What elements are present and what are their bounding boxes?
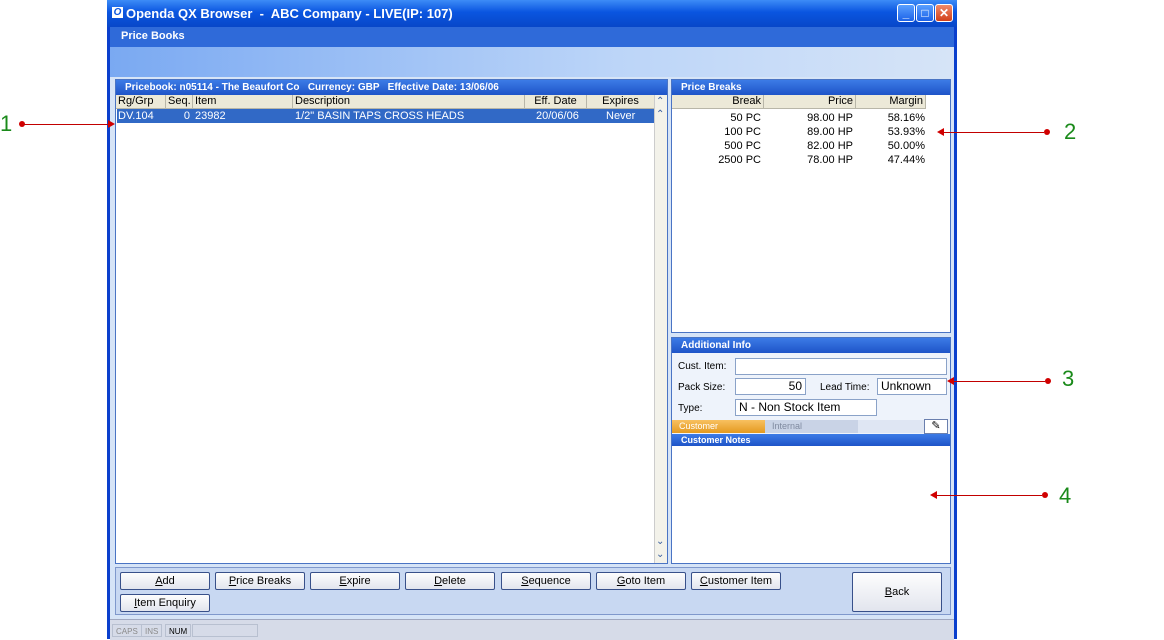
col-rg-grp[interactable]: Rg/Grp bbox=[116, 95, 166, 109]
caps-indicator: CAPS bbox=[112, 624, 142, 637]
break-margin: 53.93% bbox=[887, 126, 925, 138]
header-band bbox=[110, 47, 954, 77]
cell-description: 1/2" BASIN TAPS CROSS HEADS bbox=[295, 110, 465, 122]
customer-notes-header: Customer Notes bbox=[672, 434, 950, 446]
minimize-button[interactable]: _ bbox=[897, 4, 915, 22]
col-break[interactable]: Break bbox=[672, 95, 764, 109]
annotation-3-arrow bbox=[952, 381, 1045, 382]
col-item[interactable]: Item bbox=[193, 95, 293, 109]
scroll-page-down-icon[interactable]: ⌄ bbox=[656, 536, 664, 547]
annotation-4-arrow bbox=[935, 495, 1042, 496]
break-margin: 58.16% bbox=[887, 112, 925, 124]
break-qty: 50 PC bbox=[730, 112, 761, 124]
num-indicator: NUM bbox=[165, 624, 192, 637]
expire-button[interactable]: Expire bbox=[310, 572, 400, 590]
annotation-4: 4 bbox=[1059, 483, 1072, 508]
cell-seq: 0 bbox=[183, 110, 190, 122]
table-row[interactable]: DV.104 0 23982 1/2" BASIN TAPS CROSS HEA… bbox=[117, 109, 655, 123]
type-label: Type: bbox=[678, 403, 703, 414]
window-title: Openda QX Browser - ABC Company - LIVE(I… bbox=[126, 6, 453, 21]
item-enquiry-button[interactable]: Item Enquiry bbox=[120, 594, 210, 612]
annotation-1-arrowhead-icon bbox=[108, 120, 115, 128]
scroll-down-icon[interactable]: ⌄ bbox=[656, 549, 664, 560]
break-price: 82.00 HP bbox=[807, 140, 853, 152]
app-logo-icon: O bbox=[112, 7, 123, 18]
title-bar: O Openda QX Browser - ABC Company - LIVE… bbox=[107, 0, 957, 27]
pricebook-panel: Pricebook: n05114 - The Beaufort Co Curr… bbox=[115, 79, 668, 564]
annotation-2: 2 bbox=[1064, 119, 1077, 144]
break-margin: 47.44% bbox=[887, 154, 925, 166]
annotation-1-arrow bbox=[24, 124, 110, 125]
col-price[interactable]: Price bbox=[764, 95, 856, 109]
add-button[interactable]: Add bbox=[120, 572, 210, 590]
status-bar: CAPS INS NUM bbox=[110, 619, 954, 640]
goto-item-button[interactable]: Goto Item bbox=[596, 572, 686, 590]
col-description[interactable]: Description bbox=[293, 95, 525, 109]
col-eff-date[interactable]: Eff. Date bbox=[525, 95, 587, 109]
cell-eff-date: 20/06/06 bbox=[536, 110, 579, 122]
annotation-3-dot bbox=[1045, 378, 1051, 384]
annotation-2-arrow bbox=[942, 132, 1044, 133]
price-breaks-panel: Price Breaks Break Price Margin 50 PC 98… bbox=[671, 79, 951, 333]
customer-item-button[interactable]: Customer Item bbox=[691, 572, 781, 590]
pricebook-header: Pricebook: n05114 - The Beaufort Co Curr… bbox=[116, 80, 667, 95]
break-price: 89.00 HP bbox=[807, 126, 853, 138]
price-breaks-button[interactable]: Price Breaks bbox=[215, 572, 305, 590]
annotation-4-arrowhead-icon bbox=[930, 491, 937, 499]
module-title: Price Books bbox=[121, 30, 185, 42]
status-field bbox=[192, 624, 258, 637]
break-margin: 50.00% bbox=[887, 140, 925, 152]
type-field[interactable]: N - Non Stock Item bbox=[735, 399, 877, 416]
lead-time-label: Lead Time: bbox=[820, 382, 870, 393]
scroll-page-up-icon[interactable]: ⌃ bbox=[656, 109, 664, 120]
price-breaks-header: Price Breaks bbox=[672, 80, 950, 95]
cust-item-field[interactable] bbox=[735, 358, 947, 375]
pricebook-scrollbar[interactable]: ⌃ ⌃ ⌄ ⌄ bbox=[654, 95, 667, 563]
annotation-2-dot bbox=[1044, 129, 1050, 135]
pack-size-label: Pack Size: bbox=[678, 382, 726, 393]
break-price: 98.00 HP bbox=[807, 112, 853, 124]
additional-info-panel: Additional Info Cust. Item: Pack Size: 5… bbox=[671, 337, 951, 564]
close-button[interactable]: ✕ bbox=[935, 4, 953, 22]
cell-rg-grp: DV.104 bbox=[118, 110, 154, 122]
annotation-3-arrowhead-icon bbox=[947, 377, 954, 385]
edit-notes-icon[interactable]: ✎ bbox=[924, 419, 948, 434]
break-qty: 500 PC bbox=[724, 140, 761, 152]
annotation-2-arrowhead-icon bbox=[937, 128, 944, 136]
tab-internal[interactable]: Internal bbox=[765, 420, 858, 433]
cust-item-label: Cust. Item: bbox=[678, 361, 727, 372]
break-qty: 2500 PC bbox=[718, 154, 761, 166]
back-button[interactable]: Back bbox=[852, 572, 942, 612]
annotation-4-dot bbox=[1042, 492, 1048, 498]
break-qty: 100 PC bbox=[724, 126, 761, 138]
col-expires[interactable]: Expires bbox=[587, 95, 655, 109]
app-window: O Openda QX Browser - ABC Company - LIVE… bbox=[107, 0, 957, 640]
annotation-1: 1 bbox=[0, 111, 13, 136]
scroll-up-icon[interactable]: ⌃ bbox=[656, 96, 664, 107]
maximize-button[interactable]: □ bbox=[916, 4, 934, 22]
break-price: 78.00 HP bbox=[807, 154, 853, 166]
col-seq[interactable]: Seq. bbox=[166, 95, 193, 109]
ins-indicator: INS bbox=[141, 624, 163, 637]
tab-customer[interactable]: Customer bbox=[672, 420, 765, 433]
delete-button[interactable]: Delete bbox=[405, 572, 495, 590]
customer-notes-area[interactable] bbox=[672, 446, 950, 563]
col-margin[interactable]: Margin bbox=[856, 95, 926, 109]
sequence-button[interactable]: Sequence bbox=[501, 572, 591, 590]
cell-expires: Never bbox=[606, 110, 636, 122]
lead-time-field[interactable]: Unknown bbox=[877, 378, 947, 395]
additional-info-header: Additional Info bbox=[672, 338, 950, 353]
tab-strip-filler bbox=[858, 420, 924, 433]
annotation-3: 3 bbox=[1062, 366, 1075, 391]
pack-size-field[interactable]: 50 bbox=[735, 378, 806, 395]
cell-item: 23982 bbox=[195, 110, 226, 122]
module-header: Price Books bbox=[110, 27, 954, 47]
